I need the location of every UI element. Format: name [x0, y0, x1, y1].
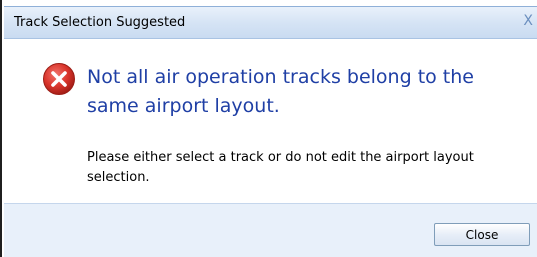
- track-selection-dialog: Track Selection Suggested X Not all air …: [0, 0, 537, 257]
- dialog-message: Please either select a track or do not e…: [87, 150, 474, 185]
- dialog-footer: Close: [4, 203, 537, 257]
- dialog-titlebar: Track Selection Suggested X: [4, 6, 537, 39]
- dialog-heading: Not all air operation tracks belong to t…: [87, 66, 474, 117]
- dialog-title: Track Selection Suggested: [14, 15, 186, 30]
- close-icon[interactable]: X: [523, 13, 533, 29]
- error-icon: [43, 63, 75, 95]
- close-button[interactable]: Close: [434, 223, 530, 246]
